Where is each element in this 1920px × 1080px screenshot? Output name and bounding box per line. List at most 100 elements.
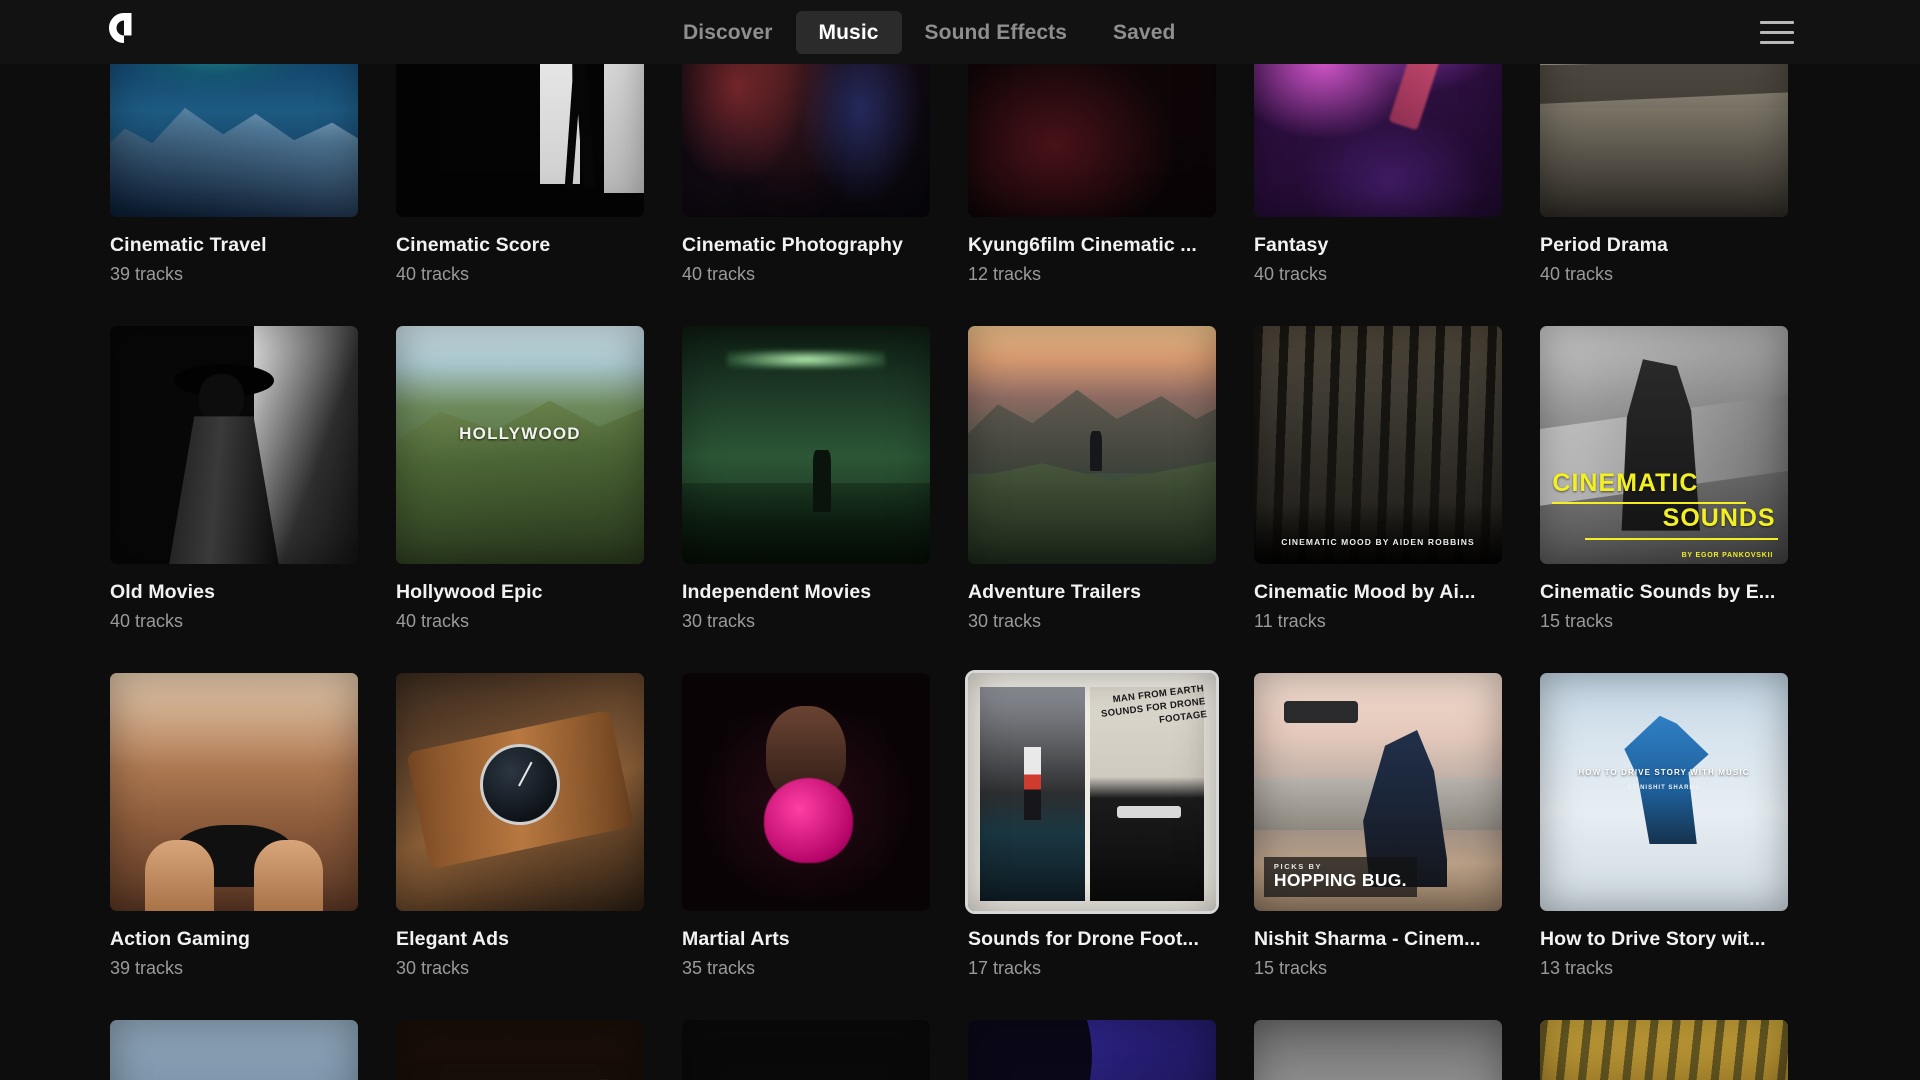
playlist-title[interactable]: Cinematic Sounds by E... [1540, 580, 1788, 604]
hamburger-menu-icon[interactable] [1760, 16, 1794, 48]
playlist-track-count: 35 tracks [682, 958, 756, 979]
playlist-thumbnail[interactable] [968, 1019, 1216, 1080]
playlist-card[interactable]: Martial Arts 35 tracks [682, 672, 930, 980]
tab-sound-effects[interactable]: Sound Effects [902, 11, 1090, 54]
playlist-card[interactable]: HOW TO DRIVE STORY WITH MUSIC BY NISHIT S… [1540, 672, 1788, 980]
playlist-thumbnail[interactable] [396, 1019, 644, 1080]
playlist-title[interactable]: Adventure Trailers [968, 580, 1216, 604]
playlist-track-count: 30 tracks [968, 611, 1042, 632]
playlist-track-count: 40 tracks [110, 611, 184, 632]
playlist-title[interactable]: Cinematic Photography [682, 233, 930, 257]
thumbnail-artwork [968, 1019, 1216, 1080]
thumbnail-overlay-byline: BY EGOR PANKOVSKII [1681, 552, 1774, 560]
thumbnail-artwork: CINEMATIC MOOD BY AIDEN ROBBINS [1254, 325, 1502, 564]
playlist-thumbnail[interactable] [968, 325, 1216, 564]
playlist-track-count: 30 tracks [396, 958, 470, 979]
thumbnail-artwork: CINEMATIC SOUNDS BY EGOR PANKOVSKII [1540, 325, 1788, 564]
thumbnail-overlay-byline: BY NISHIT SHARMA [1627, 784, 1701, 791]
playlist-card[interactable]: MAN FROM EARTH SOUNDS FOR DRONE FOOTAGE S… [965, 669, 1219, 980]
playlist-thumbnail[interactable] [1540, 64, 1788, 217]
playlist-card[interactable]: Independent Movies 30 tracks [682, 325, 930, 633]
playlist-thumbnail[interactable] [396, 64, 644, 217]
playlist-thumbnail[interactable] [1540, 1019, 1788, 1080]
playlist-card[interactable] [968, 1019, 1216, 1080]
playlist-track-count: 30 tracks [682, 611, 756, 632]
hamburger-line [1760, 20, 1794, 24]
playlist-title[interactable]: Kyung6film Cinematic ... [968, 233, 1216, 257]
thumbnail-artwork [110, 64, 358, 217]
hamburger-line [1760, 40, 1794, 44]
thumbnail-overlay-rule [1584, 537, 1779, 540]
playlist-title[interactable]: Elegant Ads [396, 927, 644, 951]
thumbnail-artwork [682, 1019, 930, 1080]
playlist-title[interactable]: Fantasy [1254, 233, 1502, 257]
playlist-title[interactable]: Hollywood Epic [396, 580, 644, 604]
playlist-thumbnail[interactable] [110, 64, 358, 217]
playlist-thumbnail[interactable]: HOW TO DRIVE STORY WITH MUSIC BY NISHIT S… [1540, 672, 1788, 911]
playlist-title[interactable]: Cinematic Travel [110, 233, 358, 257]
playlist-card[interactable]: PICKS BY HOPPING BUG. Nishit Sharma - Cine… [1254, 672, 1502, 980]
playlist-title[interactable]: Sounds for Drone Foot... [968, 927, 1216, 951]
playlist-title[interactable]: How to Drive Story wit... [1540, 927, 1788, 951]
playlist-thumbnail[interactable]: SPIN THE GLOBE WITH CLAVERO [110, 1019, 358, 1080]
playlist-card[interactable]: HOLLYWOOD Hollywood Epic 40 tracks [396, 325, 644, 633]
playlist-title[interactable]: Cinematic Score [396, 233, 644, 257]
playlist-card[interactable]: KYUNG6FILM CINEMATIC FLOW Kyung6film Cine… [968, 64, 1216, 286]
playlist-title[interactable]: Cinematic Mood by Ai... [1254, 580, 1502, 604]
playlist-card[interactable] [1540, 1019, 1788, 1080]
thumbnail-artwork [1254, 64, 1502, 217]
playlist-thumbnail[interactable] [396, 672, 644, 911]
playlist-card[interactable]: Action Gaming 39 tracks [110, 672, 358, 980]
playlist-card[interactable]: Cinematic Travel 39 tracks [110, 64, 358, 286]
playlist-thumbnail[interactable] [682, 64, 930, 217]
playlist-card[interactable]: Cinematic Score 40 tracks [396, 64, 644, 286]
tab-discover[interactable]: Discover [660, 11, 796, 54]
playlist-title[interactable]: Action Gaming [110, 927, 358, 951]
playlist-card[interactable]: Cinematic Photography 40 tracks [682, 64, 930, 286]
thumbnail-overlay-text: CINEMATIC [1552, 468, 1699, 497]
thumbnail-artwork [682, 325, 930, 564]
playlist-card[interactable]: SPIN THE GLOBE WITH CLAVERO [110, 1019, 358, 1080]
tab-saved[interactable]: Saved [1090, 11, 1198, 54]
thumbnail-artwork [1540, 64, 1788, 217]
playlist-thumbnail[interactable] [682, 672, 930, 911]
playlist-title[interactable]: Nishit Sharma - Cinem... [1254, 927, 1502, 951]
playlist-thumbnail[interactable]: CINEMATIC SOUNDS BY EGOR PANKOVSKII [1540, 325, 1788, 564]
playlist-track-count: 15 tracks [1540, 611, 1614, 632]
playlist-track-count: 40 tracks [1540, 264, 1614, 285]
tab-music[interactable]: Music [795, 10, 902, 54]
playlist-card[interactable]: Period Drama 40 tracks [1540, 64, 1788, 286]
playlist-thumbnail[interactable] [110, 672, 358, 911]
playlist-card[interactable]: CINEMATIC SOUNDS BY EGOR PANKOVSKII Cinemat… [1540, 325, 1788, 633]
playlist-thumbnail[interactable] [1254, 1019, 1502, 1080]
thumbnail-artwork [396, 672, 644, 911]
thumbnail-artwork [396, 1019, 644, 1080]
playlist-card[interactable]: Adventure Trailers 30 tracks [968, 325, 1216, 633]
playlist-thumbnail[interactable]: PICKS BY HOPPING BUG. [1254, 672, 1502, 911]
playlist-thumbnail[interactable] [682, 325, 930, 564]
playlist-thumbnail[interactable]: MAN FROM EARTH SOUNDS FOR DRONE FOOTAGE [965, 669, 1219, 914]
playlist-thumbnail[interactable] [682, 1019, 930, 1080]
playlist-title[interactable]: Independent Movies [682, 580, 930, 604]
playlist-thumbnail[interactable]: HOLLYWOOD [396, 325, 644, 564]
playlist-card[interactable] [396, 1019, 644, 1080]
thumbnail-artwork [1540, 1019, 1788, 1080]
playlist-thumbnail[interactable] [1254, 64, 1502, 217]
thumbnail-artwork: KYUNG6FILM CINEMATIC FLOW [968, 64, 1216, 217]
playlist-card[interactable]: Old Movies 40 tracks [110, 325, 358, 633]
playlist-thumbnail[interactable]: CINEMATIC MOOD BY AIDEN ROBBINS [1254, 325, 1502, 564]
playlist-track-count: 40 tracks [1254, 264, 1328, 285]
thumbnail-artwork: PICKS BY HOPPING BUG. [1254, 672, 1502, 911]
playlist-card[interactable] [682, 1019, 930, 1080]
playlist-card[interactable]: Elegant Ads 30 tracks [396, 672, 644, 980]
playlist-title[interactable]: Period Drama [1540, 233, 1788, 257]
brand-logo[interactable] [104, 8, 144, 48]
playlist-card[interactable] [1254, 1019, 1502, 1080]
playlist-card[interactable]: CINEMATIC MOOD BY AIDEN ROBBINS Cinematic… [1254, 325, 1502, 633]
playlist-title[interactable]: Old Movies [110, 580, 358, 604]
playlist-grid-scroll-area[interactable]: Cinematic Travel 39 tracks Cinematic Score… [0, 64, 1920, 1080]
playlist-card[interactable]: Fantasy 40 tracks [1254, 64, 1502, 286]
playlist-title[interactable]: Martial Arts [682, 927, 930, 951]
playlist-thumbnail[interactable]: KYUNG6FILM CINEMATIC FLOW [968, 64, 1216, 217]
playlist-thumbnail[interactable] [110, 325, 358, 564]
